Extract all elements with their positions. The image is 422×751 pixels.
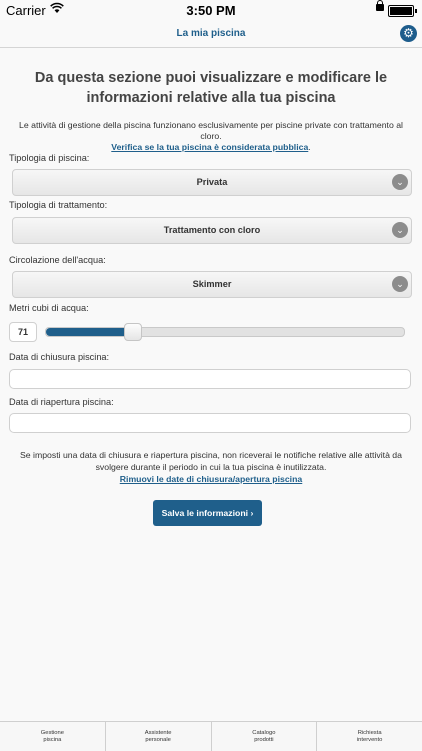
battery-icon (388, 5, 417, 17)
treatment-type-value: Trattamento con cloro (163, 225, 261, 235)
closing-date-label: Data di chiusura piscina: (9, 352, 110, 362)
chevron-down-icon: ⌄ (392, 174, 408, 190)
navigation-bar: La mia piscina ⚙ (0, 20, 422, 48)
water-volume-slider[interactable] (45, 323, 405, 341)
treatment-type-label: Tipologia di trattamento: (9, 200, 108, 210)
chevron-down-icon: ⌄ (392, 276, 408, 292)
intro-text: Le attività di gestione della piscina fu… (8, 120, 414, 153)
intro-link-suffix: . (308, 142, 311, 152)
tab-pool-management[interactable]: Gestione piscina (0, 722, 106, 751)
page-title: La mia piscina (176, 28, 246, 39)
gear-icon: ⚙ (403, 26, 414, 40)
closing-date-field[interactable] (9, 369, 411, 389)
water-circulation-value: Skimmer (192, 279, 232, 289)
settings-button[interactable]: ⚙ (400, 25, 417, 42)
tab-personal-assistant[interactable]: Assistente personale (106, 722, 212, 751)
tab-service-request[interactable]: Richiesta intervento (317, 722, 422, 751)
chevron-down-icon: ⌄ (392, 222, 408, 238)
treatment-type-select[interactable]: Trattamento con cloro ⌄ (12, 217, 412, 244)
water-volume-value: 71 (9, 322, 37, 342)
tab-product-catalog[interactable]: Catalogo prodotti (212, 722, 318, 751)
pool-type-value: Privata (196, 177, 228, 187)
water-volume-label: Metri cubi di acqua: (9, 303, 89, 313)
slider-thumb[interactable] (123, 323, 142, 341)
water-circulation-select[interactable]: Skimmer ⌄ (12, 271, 412, 298)
remove-dates-link[interactable]: Rimuovi le date di chiusura/apertura pis… (120, 474, 303, 484)
pool-type-label: Tipologia di piscina: (9, 153, 90, 163)
closure-note-text: Se imposti una data di chiusura e riaper… (20, 450, 402, 472)
public-pool-link[interactable]: Verifica se la tua piscina è considerata… (111, 142, 308, 152)
reopening-date-field[interactable] (9, 413, 411, 433)
section-headline: Da questa sezione puoi visualizzare e mo… (34, 70, 388, 106)
save-button[interactable]: Salva le informazioni › (153, 500, 262, 526)
status-bar: Carrier 3:50 PM (0, 0, 422, 20)
rotation-lock-icon (376, 0, 384, 11)
intro-body: Le attività di gestione della piscina fu… (19, 120, 403, 141)
clock: 3:50 PM (186, 3, 236, 18)
water-volume-slider-row: 71 (9, 321, 413, 342)
pool-type-select[interactable]: Privata ⌄ (12, 169, 412, 196)
water-circulation-label: Circolazione dell'acqua: (9, 255, 106, 265)
slider-fill (46, 328, 132, 336)
reopening-date-label: Data di riapertura piscina: (9, 397, 114, 407)
tab-bar: Gestione piscina Assistente personale Ca… (0, 721, 422, 751)
closure-note: Se imposti una data di chiusura e riaper… (15, 449, 407, 485)
